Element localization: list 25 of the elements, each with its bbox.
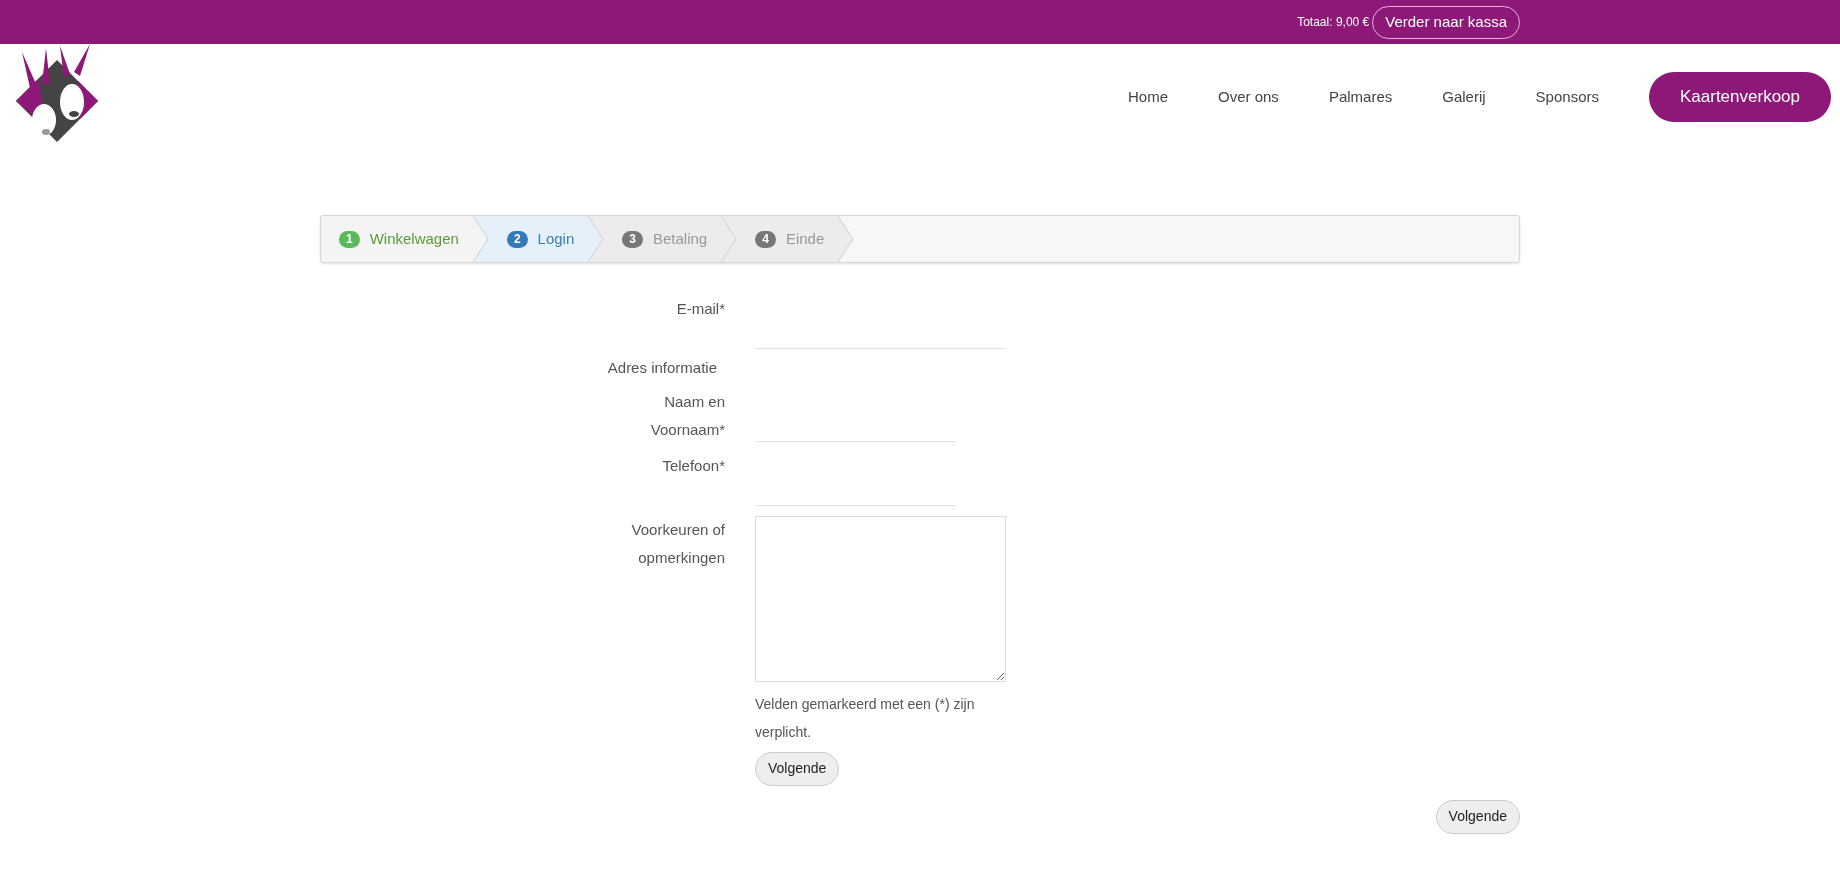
section-heading: Adres informatie [607,358,717,378]
required-note: Velden gemarkeerd met een (*) zijn verplicht. [755,694,976,742]
nav-link[interactable]: Palmares [1303,85,1418,109]
step-label: Winkelwagen [369,228,459,249]
step-label: Einde [785,228,825,249]
step-number: 3 [622,230,643,248]
next-button[interactable]: Volgende [1435,799,1520,834]
step-number: 4 [755,230,776,248]
step-label: Login [537,228,575,249]
nav-link[interactable]: Over ons [1193,85,1304,109]
step-label: Betaling [653,228,708,249]
checkout-step[interactable]: 3 Betaling [604,216,722,262]
step-number: 2 [506,230,528,248]
field-label: Naam en Voornaam* [650,392,725,438]
cart-total: Totaal: 9,00 € [1297,14,1370,31]
nav-link[interactable]: Sponsors [1510,85,1624,109]
nav-link[interactable]: Galerij [1417,85,1511,109]
field-label: Voorkeuren of opmerkingen [631,520,725,566]
tickets-button[interactable]: Kaartenverkoop [1648,72,1831,122]
next-button[interactable]: Volgende [755,751,840,786]
field-label: Telefoon* [662,456,725,474]
step-number: 1 [339,230,360,248]
field-label: E-mail* [676,300,725,317]
nav-link[interactable]: Home [1103,85,1193,109]
comments-textarea[interactable] [755,515,1006,682]
